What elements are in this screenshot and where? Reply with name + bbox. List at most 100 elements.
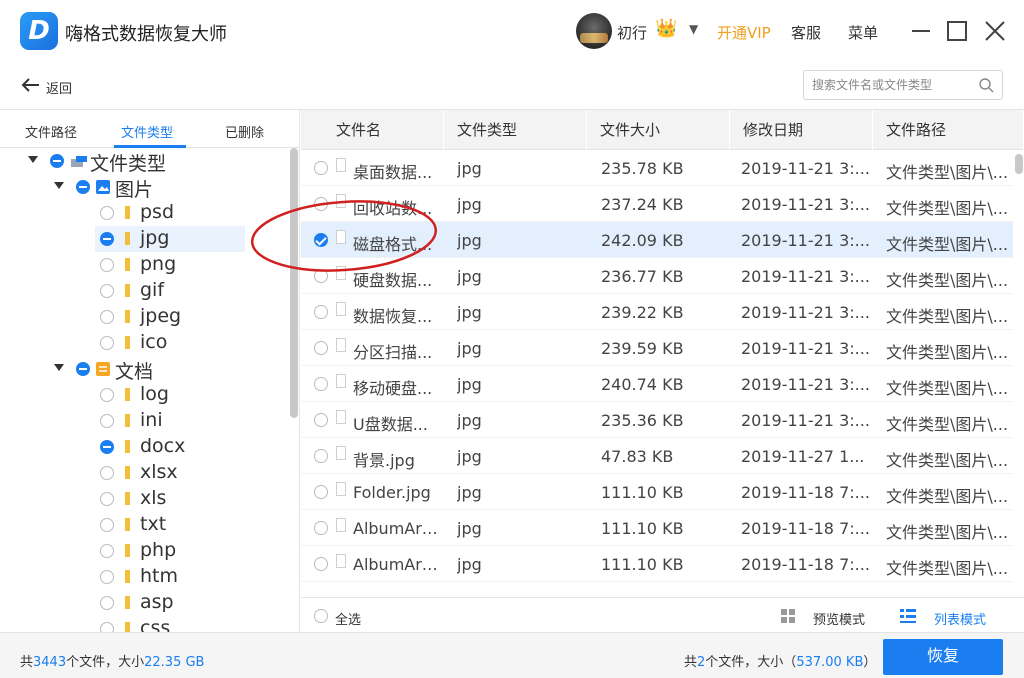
table-row[interactable]: Folder.jpg jpg 111.10 KB 2019-11-18 7:... 文件… bbox=[301, 474, 1013, 510]
row-checkbox[interactable] bbox=[314, 521, 328, 535]
tree-item-gif[interactable]: gif bbox=[0, 278, 290, 304]
tree-item-txt[interactable]: txt bbox=[0, 512, 290, 538]
row-checkbox[interactable] bbox=[314, 449, 328, 463]
table-row[interactable]: 回收站数... jpg 237.24 KB 2019-11-21 3:... 文件类型\… bbox=[301, 186, 1013, 222]
table-row[interactable]: 数据恢复... jpg 239.22 KB 2019-11-21 3:... 文件类型\… bbox=[301, 294, 1013, 330]
tree-item-psd[interactable]: psd bbox=[0, 200, 290, 226]
tree-item-docx[interactable]: docx bbox=[0, 434, 290, 460]
tree-item-ini[interactable]: ini bbox=[0, 408, 290, 434]
cell-type: jpg bbox=[457, 267, 482, 286]
tree-group-documents[interactable]: 文档 bbox=[0, 356, 290, 383]
caret-down-icon[interactable] bbox=[28, 156, 38, 163]
item-radio[interactable] bbox=[100, 518, 114, 532]
tree-item-jpg[interactable]: jpg bbox=[0, 226, 290, 252]
username[interactable]: 初行 bbox=[617, 22, 647, 43]
tree-item-xls[interactable]: xls bbox=[0, 486, 290, 512]
row-checkbox[interactable] bbox=[314, 269, 328, 283]
row-checkbox[interactable] bbox=[314, 377, 328, 391]
row-checkbox[interactable] bbox=[314, 161, 328, 175]
back-button[interactable]: 返回 bbox=[46, 78, 72, 97]
tree-root[interactable]: 文件类型 bbox=[0, 148, 290, 175]
item-radio[interactable] bbox=[100, 336, 114, 350]
caret-down-icon[interactable] bbox=[54, 364, 64, 371]
item-radio[interactable] bbox=[100, 622, 114, 632]
caret-down-icon[interactable] bbox=[54, 182, 64, 189]
table-row[interactable]: 磁盘格式... jpg 242.09 KB 2019-11-21 3:... 文件类型\… bbox=[301, 222, 1013, 258]
item-radio[interactable] bbox=[100, 284, 114, 298]
item-radio[interactable] bbox=[100, 206, 114, 220]
avatar[interactable] bbox=[576, 13, 612, 49]
row-checkbox[interactable] bbox=[314, 485, 328, 499]
service-button[interactable]: 客服 bbox=[791, 22, 821, 43]
table-row[interactable]: AlbumArt... jpg 111.10 KB 2019-11-18 7:... 文… bbox=[301, 546, 1013, 582]
item-radio[interactable] bbox=[100, 310, 114, 324]
tree-scrollbar[interactable] bbox=[290, 148, 298, 418]
tree-item-ico[interactable]: ico bbox=[0, 330, 290, 356]
close-icon[interactable] bbox=[980, 16, 1010, 46]
row-checkbox[interactable] bbox=[314, 557, 328, 571]
partial-check-icon[interactable] bbox=[76, 180, 90, 194]
chevron-down-icon[interactable]: ▼ bbox=[689, 22, 698, 36]
tree-item-htm[interactable]: htm bbox=[0, 564, 290, 590]
recover-button[interactable]: 恢复 bbox=[883, 639, 1003, 675]
maximize-icon[interactable] bbox=[942, 16, 972, 46]
row-checkbox[interactable] bbox=[314, 197, 328, 211]
tree-item-jpeg[interactable]: jpeg bbox=[0, 304, 290, 330]
col-header-name[interactable]: 文件名 bbox=[301, 110, 444, 150]
table-row[interactable]: 桌面数据... jpg 235.78 KB 2019-11-21 3:... 文件类型\… bbox=[301, 150, 1013, 186]
table-row[interactable]: 背景.jpg jpg 47.83 KB 2019-11-27 1... 文件类型\图片\… bbox=[301, 438, 1013, 474]
col-header-type[interactable]: 文件类型 bbox=[444, 110, 587, 150]
search-box[interactable] bbox=[803, 70, 1003, 100]
tree-item-asp[interactable]: asp bbox=[0, 590, 290, 616]
select-all-radio[interactable] bbox=[314, 609, 328, 623]
row-checkbox[interactable] bbox=[314, 413, 328, 427]
partial-check-icon[interactable] bbox=[76, 362, 90, 376]
partial-check-icon[interactable] bbox=[100, 232, 114, 246]
item-radio[interactable] bbox=[100, 414, 114, 428]
cell-date: 2019-11-21 3:... bbox=[741, 231, 870, 250]
tree-item-css[interactable]: css bbox=[0, 616, 290, 632]
partial-check-icon[interactable] bbox=[50, 154, 64, 168]
search-input[interactable] bbox=[812, 76, 972, 94]
tree-item-png[interactable]: png bbox=[0, 252, 290, 278]
tree-item-label: xls bbox=[140, 487, 167, 509]
tree-item-log[interactable]: log bbox=[0, 382, 290, 408]
row-checkbox[interactable] bbox=[314, 233, 328, 247]
tab-deleted[interactable]: 已删除 bbox=[225, 122, 264, 141]
item-radio[interactable] bbox=[100, 466, 114, 480]
image-folder-icon bbox=[96, 180, 110, 194]
table-row[interactable]: 硬盘数据... jpg 236.77 KB 2019-11-21 3:... 文件类型\… bbox=[301, 258, 1013, 294]
preview-mode-button[interactable]: 预览模式 bbox=[813, 609, 865, 628]
search-icon[interactable] bbox=[979, 78, 994, 93]
table-row[interactable]: 分区扫描... jpg 239.59 KB 2019-11-21 3:... 文件类型\… bbox=[301, 330, 1013, 366]
table-row[interactable]: 移动硬盘... jpg 240.74 KB 2019-11-21 3:... 文件类型\… bbox=[301, 366, 1013, 402]
item-radio[interactable] bbox=[100, 596, 114, 610]
row-checkbox[interactable] bbox=[314, 341, 328, 355]
select-all-label[interactable]: 全选 bbox=[335, 609, 361, 628]
tree-group-images[interactable]: 图片 bbox=[0, 174, 290, 201]
item-radio[interactable] bbox=[100, 258, 114, 272]
tab-file-path[interactable]: 文件路径 bbox=[25, 122, 77, 141]
menu-button[interactable]: 菜单 bbox=[848, 22, 878, 43]
col-header-path[interactable]: 文件路径 bbox=[873, 110, 1024, 150]
row-checkbox[interactable] bbox=[314, 305, 328, 319]
col-header-date[interactable]: 修改日期 bbox=[730, 110, 873, 150]
grid-view-icon[interactable] bbox=[781, 609, 795, 623]
item-radio[interactable] bbox=[100, 544, 114, 558]
table-row[interactable]: AlbumArt... jpg 111.10 KB 2019-11-18 7:... 文… bbox=[301, 510, 1013, 546]
minimize-icon[interactable] bbox=[906, 16, 936, 46]
back-arrow-icon[interactable] bbox=[20, 74, 42, 96]
item-radio[interactable] bbox=[100, 570, 114, 584]
list-mode-button[interactable]: 列表模式 bbox=[934, 609, 986, 628]
list-view-icon[interactable] bbox=[900, 608, 916, 624]
tree-item-php[interactable]: php bbox=[0, 538, 290, 564]
table-row[interactable]: U盘数据... jpg 235.36 KB 2019-11-21 3:... 文件类型\… bbox=[301, 402, 1013, 438]
vip-button[interactable]: 开通VIP bbox=[717, 22, 771, 43]
col-header-size[interactable]: 文件大小 bbox=[587, 110, 730, 150]
tree-item-xlsx[interactable]: xlsx bbox=[0, 460, 290, 486]
item-radio[interactable] bbox=[100, 492, 114, 506]
partial-check-icon[interactable] bbox=[100, 440, 114, 454]
item-radio[interactable] bbox=[100, 388, 114, 402]
list-scrollbar[interactable] bbox=[1015, 154, 1023, 174]
tab-file-type[interactable]: 文件类型 bbox=[121, 122, 173, 141]
